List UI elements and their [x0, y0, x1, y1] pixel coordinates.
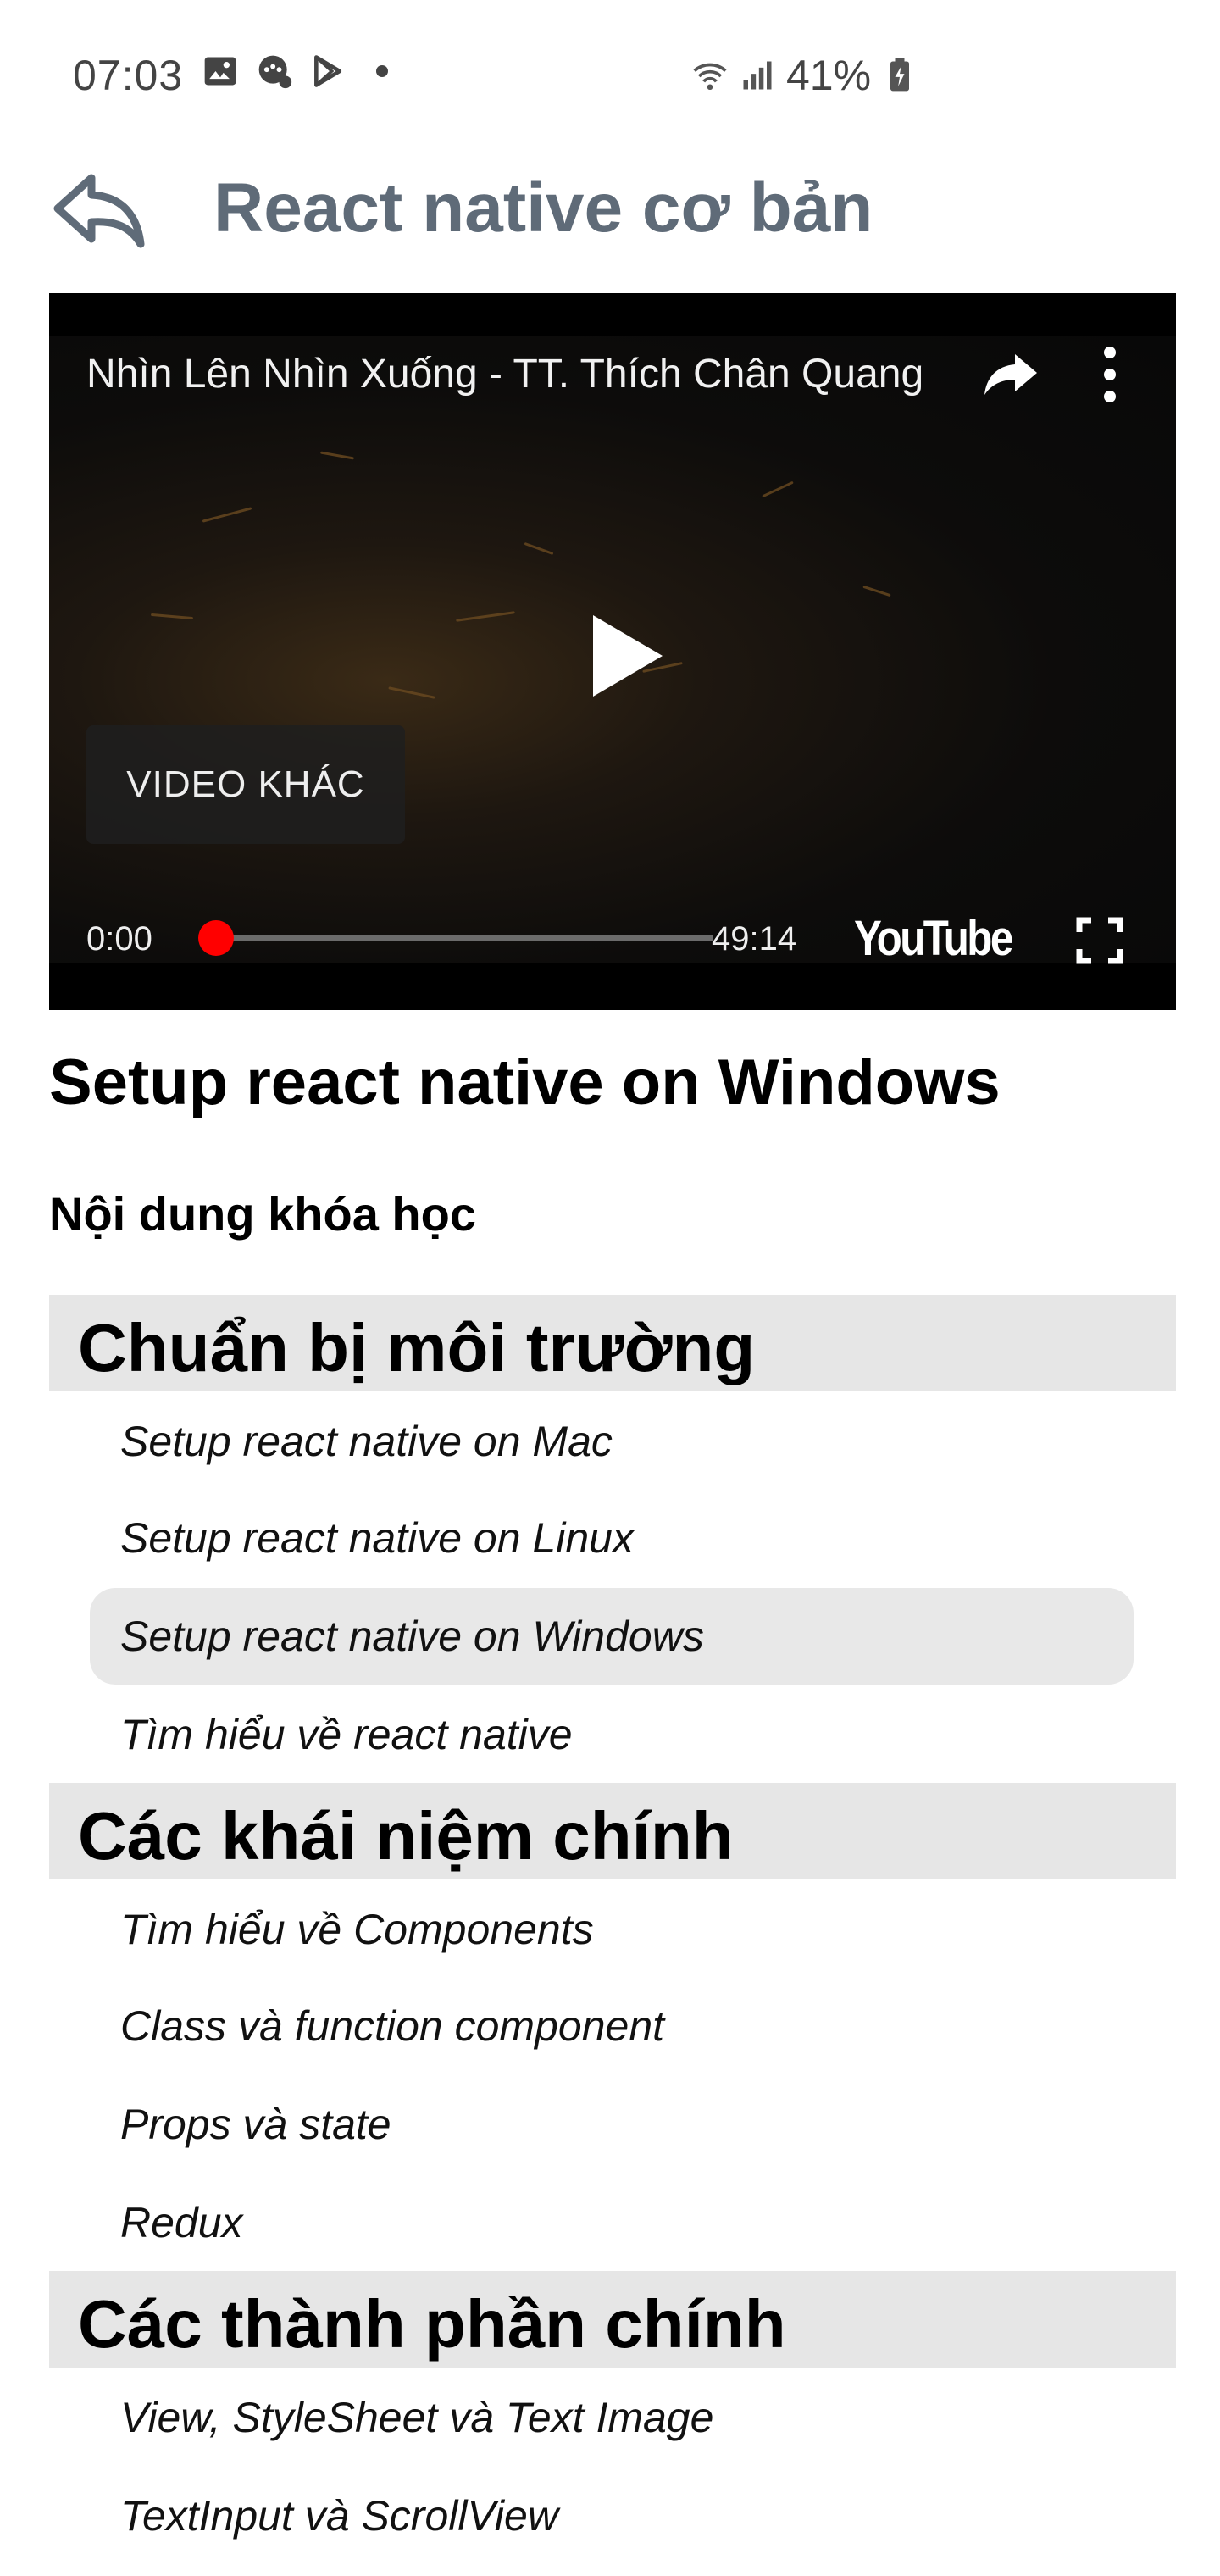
section-header: Chuẩn bị môi trường: [49, 1295, 1176, 1391]
lesson-item[interactable]: Tìm hiểu về react native: [90, 1686, 1134, 1783]
status-bar: 07:03 41%: [0, 0, 1220, 153]
dot-icon: [376, 65, 388, 77]
lesson-item-active[interactable]: Setup react native on Windows: [90, 1588, 1134, 1685]
fullscreen-icon[interactable]: [1074, 915, 1125, 966]
lesson-item[interactable]: Tìm hiểu về Components: [90, 1881, 1134, 1978]
lesson-item[interactable]: Setup react native on Linux: [90, 1490, 1134, 1586]
battery-charging-icon: [890, 58, 910, 92]
more-options-icon[interactable]: [1084, 341, 1135, 408]
progress-thumb[interactable]: [198, 920, 234, 956]
duration: 49:14: [712, 920, 797, 958]
battery-percent: 41%: [786, 52, 872, 99]
section-header: Các khái niệm chính: [49, 1783, 1176, 1879]
course-content-label: Nội dung khóa học: [49, 1187, 476, 1241]
youtube-logo[interactable]: YouTube: [854, 910, 1013, 967]
other-videos-button[interactable]: VIDEO KHÁC: [86, 725, 405, 844]
lesson-item[interactable]: TextInput và ScrollView: [90, 2468, 1134, 2564]
video-player[interactable]: Nhìn Lên Nhìn Xuống - TT. Thích Chân Qua…: [49, 293, 1176, 1010]
notification-icons: [202, 53, 388, 90]
lesson-item[interactable]: Redux: [90, 2174, 1134, 2271]
page-title: React native cơ bản: [214, 169, 873, 247]
progress-bar[interactable]: [215, 935, 713, 941]
back-arrow-icon[interactable]: [49, 166, 147, 251]
video-title[interactable]: Nhìn Lên Nhìn Xuống - TT. Thích Chân Qua…: [86, 351, 968, 397]
status-time: 07:03: [73, 52, 184, 99]
play-icon[interactable]: [557, 597, 676, 715]
lesson-item[interactable]: Setup react native on Mac: [90, 1393, 1134, 1490]
lesson-item[interactable]: Props và state: [90, 2076, 1134, 2173]
lesson-item[interactable]: View, StyleSheet và Text Image: [90, 2369, 1134, 2466]
messenger-bubble-icon: [258, 55, 292, 89]
lesson-item[interactable]: Class và function component: [90, 1978, 1134, 2074]
play-store-icon: [314, 55, 342, 87]
section-header: Các thành phần chính: [49, 2271, 1176, 2368]
signal-icon: [743, 61, 772, 90]
image-icon: [204, 57, 236, 86]
wifi-icon: [693, 63, 727, 91]
current-time: 0:00: [86, 920, 152, 958]
share-icon[interactable]: [978, 341, 1045, 408]
system-icons: 41%: [691, 51, 918, 100]
lesson-title: Setup react native on Windows: [49, 1046, 1001, 1119]
